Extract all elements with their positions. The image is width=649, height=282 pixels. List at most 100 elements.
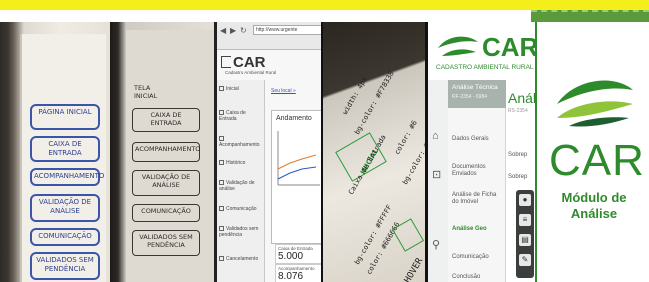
nav-item-conclusao[interactable]: Conclusão (452, 274, 504, 281)
forward-icon[interactable]: ▶ (230, 26, 236, 35)
leaf-shape-bottom (442, 49, 476, 56)
pin-icon[interactable]: ● (519, 194, 531, 206)
sketch-box: ACOMPANHAMENTO (30, 168, 104, 186)
wireframe-sidebar: Inicial Caixa de Entrada Acompanhamento … (217, 80, 265, 282)
decorative-stripe (531, 10, 649, 22)
paper-sheet: PÁGINA INICIAL CAIXA DE ENTRADA ACOMPANH… (20, 34, 106, 282)
sidebar-item[interactable]: Validados sem pendência (219, 226, 263, 238)
logo-mark (221, 56, 231, 68)
map-toolbar: ● ≡ ▤ ✎ (516, 190, 534, 278)
back-icon[interactable]: ◀ (220, 26, 226, 35)
sidebar-item-label: Histórico (226, 160, 246, 166)
car-logo-icon (557, 80, 633, 127)
tab-sobreposicao[interactable]: Sobrep (508, 174, 527, 180)
wireframe-browser: ◀ ▶ ↻ http://www.urgente CAR Cadastro Am… (214, 22, 321, 282)
car-app-screenshot: CAR CADASTRO AMBIENTAL RURAL ⌂ ⊡ ⚲ Análi… (425, 22, 535, 282)
stat-card: Acompanhamento 8.076 (275, 264, 321, 282)
checkbox-icon (219, 136, 224, 142)
sketch-box: COMUNICAÇÃO (132, 204, 200, 222)
logo-text: CAR (233, 54, 266, 71)
car-logo-panel: CAR Módulo de Análise (535, 22, 649, 282)
checkbox-icon (219, 256, 224, 262)
leaf-shape-top (438, 36, 478, 48)
browser-toolbar: ◀ ▶ ↻ http://www.urgente (217, 22, 321, 50)
line-chart-placeholder (277, 131, 320, 186)
wireframe-main: Seu local » Andamento Caixa de Entrada 5… (267, 80, 321, 282)
home-icon[interactable]: ⌂ (432, 130, 439, 142)
inbox-icon[interactable]: ⊡ (432, 168, 441, 181)
card-title: Andamento (276, 115, 312, 122)
url-field[interactable]: http://www.urgente (253, 25, 321, 35)
photo-perspective-sketch: bg-color: #F78338 width: 4px color: #6 b… (321, 22, 425, 282)
wireframe-logo: CAR Cadastro Ambiental Rural (221, 54, 321, 76)
sidebar-item[interactable]: Validação de análise (219, 180, 263, 192)
sidebar-item[interactable]: Caixa de Entrada (219, 110, 263, 122)
paper-sheet: TELA INICIAL CAIXA DE ENTRADA ACOMPANHAM… (126, 30, 214, 282)
icon-sidebar: ⌂ ⊡ ⚲ (428, 80, 448, 282)
stat-card: Caixa de Entrada 5.000 (275, 244, 321, 264)
nav-item-analise-geo[interactable]: Análise Geo (452, 226, 504, 233)
nav-item-documentos[interactable]: Documentos Enviados (452, 164, 504, 178)
sidebar-item-label: Cancelamento (226, 256, 259, 262)
role-header: Análise Técnica RF-2354 - 6984 (448, 80, 506, 108)
logo-leaf-middle (557, 101, 633, 118)
search-icon[interactable]: ⚲ (432, 238, 440, 251)
sidebar-item-label: Inicial (226, 86, 239, 92)
nav-item-analise-ficha[interactable]: Análise de Ficha do Imóvel (452, 192, 504, 206)
logo-leaf-top (557, 80, 633, 104)
sketch-box: CAIXA DE ENTRADA (30, 136, 100, 162)
brand-subtitle: CADASTRO AMBIENTAL RURAL (436, 64, 534, 71)
sketch-box: PÁGINA INICIAL (30, 104, 100, 130)
nav-item-dados-gerais[interactable]: Dados Gerais (452, 136, 504, 143)
progress-card: Andamento (271, 110, 321, 244)
role-code: RF-2354 - 6984 (452, 94, 488, 100)
breadcrumb-link[interactable]: Seu local » (271, 88, 296, 94)
sketch-box: ACOMPANHAMENTO (132, 142, 200, 162)
sketch-box: VALIDADOS SEM PENDÊNCIA (30, 252, 100, 280)
sidebar-item-label: Validação de análise (219, 180, 255, 192)
sketch-box: VALIDAÇÃO DE ANÁLISE (30, 194, 100, 222)
sidebar-item-label: Comunicação (226, 206, 257, 212)
chart-line-blue (277, 166, 317, 180)
car-leaf-icon (438, 36, 478, 56)
sketch-hover-label: HOVER (403, 256, 425, 282)
page-code: RS-2354 (508, 108, 528, 114)
module-subtitle-line1: Módulo de (561, 190, 627, 205)
sketch-box: VALIDADOS SEM PENDÊNCIA (132, 230, 200, 256)
pencil-icon[interactable]: ✎ (519, 254, 531, 266)
sketch-title: TELA INICIAL (134, 84, 158, 100)
page-title: Anál (508, 90, 535, 106)
sketch-box: CAIXA DE ENTRADA (132, 108, 200, 132)
checkbox-icon (219, 110, 224, 116)
top-accent-bar (0, 0, 649, 10)
stat-value: 8.076 (278, 271, 304, 282)
stat-value: 5.000 (278, 251, 304, 262)
sketch-box: COMUNICAÇÃO (30, 228, 100, 246)
sketch-note: color: #6 (393, 119, 419, 156)
car-app-header: CAR CADASTRO AMBIENTAL RURAL (428, 22, 535, 80)
checkbox-icon (219, 180, 224, 186)
file-icon[interactable]: ▤ (519, 234, 531, 246)
checkbox-icon (219, 226, 224, 232)
home-icon (219, 86, 224, 92)
logo-leaf-bottom (569, 117, 629, 127)
sidebar-item[interactable]: Acompanhamento (219, 136, 263, 148)
layers-icon[interactable]: ≡ (519, 214, 531, 226)
sidebar-item-label: Acompanhamento (219, 142, 260, 148)
car-nav-menu: Análise Técnica RF-2354 - 6984 Dados Ger… (448, 80, 506, 282)
photo-paper-sketch-bw: TELA INICIAL CAIXA DE ENTRADA ACOMPANHAM… (110, 22, 214, 282)
module-subtitle-line2: Análise (570, 206, 618, 221)
tab-sobreposicao[interactable]: Sobrep (508, 152, 527, 158)
checkbox-icon (219, 206, 224, 212)
reload-icon[interactable]: ↻ (240, 26, 247, 35)
chart-line-orange (277, 154, 317, 170)
role-label: Análise Técnica (452, 84, 498, 91)
brand-logo-text: CAR (482, 32, 535, 62)
nav-item-comunicacao[interactable]: Comunicação (452, 254, 504, 261)
sketch-box: VALIDAÇÃO DE ANÁLISE (132, 170, 200, 196)
sidebar-item[interactable]: Comunicação (219, 206, 263, 212)
sidebar-item[interactable]: Histórico (219, 160, 263, 166)
logo-subtitle: Cadastro Ambiental Rural (225, 70, 277, 75)
sidebar-item[interactable]: Inicial (219, 86, 263, 92)
sidebar-item[interactable]: Cancelamento (219, 256, 263, 262)
